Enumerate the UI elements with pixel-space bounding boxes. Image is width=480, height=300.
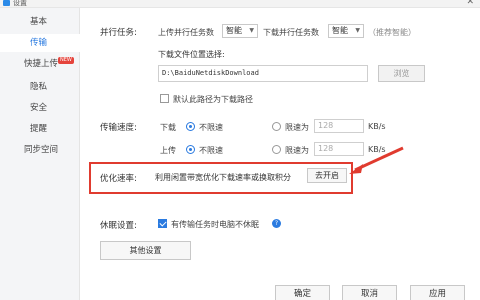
download-unlimited-radio[interactable] [186, 122, 195, 131]
browse-button[interactable]: 浏览 [378, 65, 425, 82]
download-parallel-label: 下载并行任务数 [263, 28, 319, 37]
download-limit-input[interactable]: 128 [314, 119, 364, 133]
annotation-arrow-icon [349, 146, 404, 174]
upload-parallel-select[interactable]: 智能 ▼ [222, 24, 258, 38]
title-bar: 设置 ✕ [0, 0, 480, 8]
sidebar: 基本 传输 快捷上传 NEW 隐私 安全 提醒 同步空间 [0, 8, 80, 300]
upload-unlimited-label: 不限速 [199, 146, 223, 155]
sleep-settings-label: 休眠设置: [100, 221, 137, 231]
new-badge: NEW [58, 57, 74, 64]
chevron-down-icon: ▼ [355, 27, 360, 34]
upload-speed-row-label: 上传 [160, 146, 176, 155]
upload-parallel-value: 智能 [226, 26, 242, 35]
sidebar-item-label: 安全 [30, 103, 48, 113]
default-path-checkbox[interactable] [160, 94, 169, 103]
optimize-rate-description: 利用闲置带宽优化下载速率或换取积分 [155, 173, 291, 182]
download-speed-unit: KB/s [368, 122, 386, 131]
sidebar-item-reminder[interactable]: 提醒 [0, 120, 80, 138]
upload-limit-label: 限速为 [285, 146, 309, 155]
cancel-button[interactable]: 取消 [342, 285, 397, 300]
download-path-input[interactable]: D:\BaiduNetdiskDownload [158, 65, 368, 82]
upload-unlimited-radio[interactable] [186, 145, 195, 154]
close-icon[interactable]: ✕ [466, 0, 474, 7]
sidebar-item-basic[interactable]: 基本 [0, 13, 80, 31]
sidebar-item-label: 提醒 [30, 124, 48, 134]
sidebar-item-label: 隐私 [30, 82, 48, 92]
sidebar-item-sync-space[interactable]: 同步空间 [0, 141, 80, 159]
sidebar-item-label: 基本 [30, 17, 48, 27]
window-title: 设置 [13, 0, 27, 7]
sidebar-item-privacy[interactable]: 隐私 [0, 78, 80, 96]
optimize-rate-label: 优化速率: [100, 174, 137, 184]
download-parallel-value: 智能 [332, 26, 348, 35]
transfer-speed-label: 传输速度: [100, 123, 137, 133]
upload-parallel-label: 上传并行任务数 [158, 28, 214, 37]
prevent-sleep-checkbox-label: 有传输任务时电脑不休眠 [171, 220, 259, 229]
parallel-hint: （推荐智能） [368, 28, 416, 37]
sidebar-item-security[interactable]: 安全 [0, 99, 80, 117]
apply-button[interactable]: 应用 [410, 285, 465, 300]
download-limit-label: 限速为 [285, 123, 309, 132]
sidebar-item-transfer[interactable]: 传输 [0, 34, 80, 52]
default-path-checkbox-label: 默认此路径为下载路径 [173, 95, 253, 104]
download-speed-row-label: 下载 [160, 123, 176, 132]
sidebar-item-label: 同步空间 [24, 145, 59, 155]
app-logo-icon [3, 0, 10, 6]
sidebar-item-label: 快捷上传 [24, 59, 59, 69]
prevent-sleep-checkbox[interactable] [158, 219, 167, 228]
sidebar-item-label: 传输 [30, 38, 48, 48]
other-settings-button[interactable]: 其他设置 [100, 241, 191, 260]
help-icon[interactable]: ? [272, 219, 281, 228]
sidebar-item-quick-upload[interactable]: 快捷上传 NEW [0, 55, 80, 73]
chevron-down-icon: ▼ [249, 27, 254, 34]
download-path-label: 下载文件位置选择: [158, 50, 225, 59]
download-parallel-select[interactable]: 智能 ▼ [328, 24, 364, 38]
ok-button[interactable]: 确定 [275, 285, 330, 300]
download-limit-radio[interactable] [272, 122, 281, 131]
parallel-tasks-label: 并行任务: [100, 28, 137, 38]
enable-optimize-button[interactable]: 去开启 [307, 168, 347, 183]
upload-limit-radio[interactable] [272, 145, 281, 154]
download-unlimited-label: 不限速 [199, 123, 223, 132]
